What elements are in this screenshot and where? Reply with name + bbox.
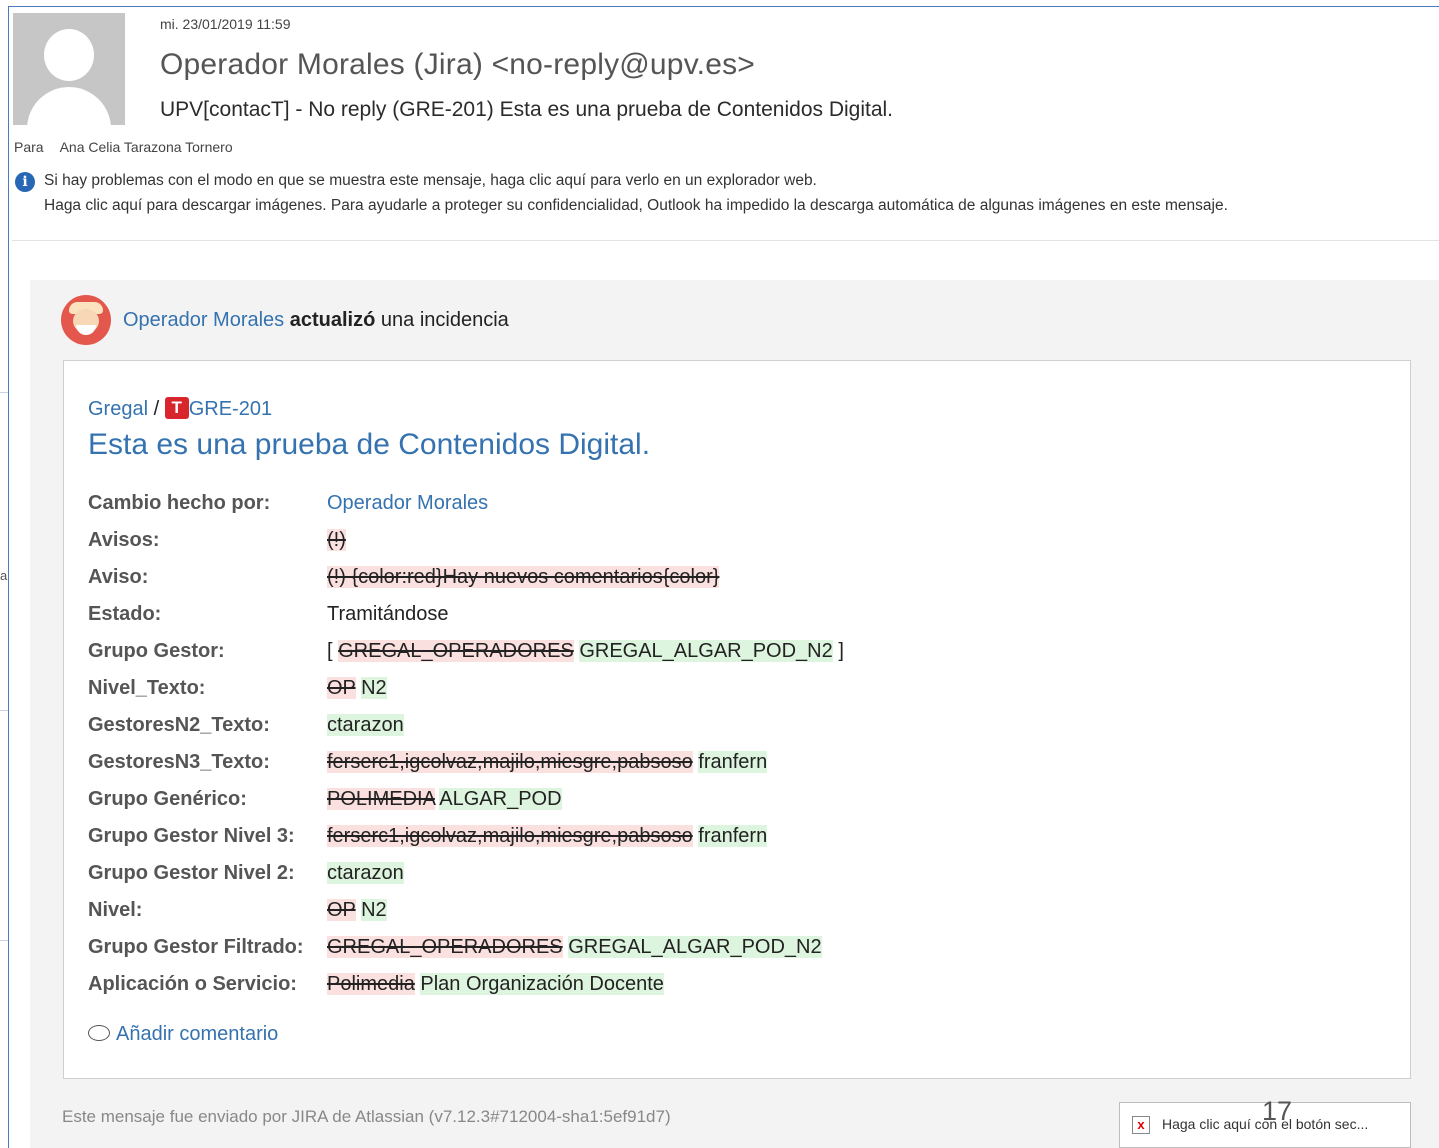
strip-divider: [0, 392, 8, 393]
new-value: ALGAR_POD: [439, 788, 562, 810]
field-label: Nivel:: [88, 899, 143, 921]
info-icon: i: [15, 172, 35, 192]
message-subject: UPV[contacT] - No reply (GRE-201) Esta e…: [160, 98, 894, 121]
field-label: Avisos:: [88, 529, 160, 551]
add-comment-link[interactable]: Añadir comentario: [88, 1023, 278, 1046]
issue-title[interactable]: Esta es una prueba de Contenidos Digital…: [88, 428, 650, 462]
old-value: Polimedia: [327, 973, 415, 995]
broken-image-icon: x: [1132, 1116, 1150, 1134]
activity-verb: actualizó: [289, 309, 376, 331]
strip-text: a: [0, 568, 8, 583]
field-label: GestoresN2_Texto:: [88, 714, 270, 736]
old-value: GREGAL_OPERADORES: [338, 640, 574, 662]
old-value: OP: [327, 677, 356, 699]
project-link[interactable]: Gregal: [88, 398, 148, 420]
field-value: Operador Morales: [327, 492, 488, 515]
header-divider: [12, 240, 1439, 241]
field-label: Grupo Gestor Filtrado:: [88, 936, 304, 958]
page-number: 17: [1262, 1096, 1293, 1126]
new-value: franfern: [698, 825, 768, 847]
field-value: Tramitándose: [327, 603, 449, 625]
field-value: POLIMEDIA ALGAR_POD: [327, 788, 562, 811]
field-label: Grupo Gestor Nivel 2:: [88, 862, 295, 884]
recipients-line: Para Ana Celia Tarazona Tornero: [14, 139, 233, 155]
avatar-head: [44, 29, 94, 81]
breadcrumb-separator: /: [153, 398, 160, 420]
actor-avatar[interactable]: [61, 295, 111, 345]
add-comment-label: Añadir comentario: [116, 1023, 279, 1045]
old-value: ferserc1,igcolvaz,majilo,miesgre,pabsoso: [327, 825, 693, 847]
new-value: Plan Organización Docente: [420, 973, 664, 995]
field-value: GREGAL_OPERADORES GREGAL_ALGAR_POD_N2: [327, 936, 822, 959]
old-value: POLIMEDIA: [327, 788, 435, 810]
field-label: GestoresN3_Texto:: [88, 751, 270, 773]
field-label: Estado:: [88, 603, 162, 625]
old-value: ferserc1,igcolvaz,majilo,miesgre,pabsoso: [327, 751, 693, 773]
new-value: GREGAL_ALGAR_POD_N2: [579, 640, 833, 662]
field-value: ctarazon: [327, 862, 404, 885]
field-label: Aviso:: [88, 566, 149, 588]
breadcrumb: Gregal / T GRE-201: [88, 397, 272, 421]
field-label: Grupo Genérico:: [88, 788, 247, 810]
field-value: (!) {color:red}Hay nuevos comentarios{co…: [327, 566, 720, 589]
old-value: (!) {color:red}Hay nuevos comentarios{co…: [327, 566, 720, 588]
field-value: [ GREGAL_OPERADORES GREGAL_ALGAR_POD_N2 …: [327, 640, 844, 663]
field-label: Cambio hecho por:: [88, 492, 271, 514]
old-value: GREGAL_OPERADORES: [327, 936, 563, 958]
field-value: OP N2: [327, 677, 387, 700]
new-value: N2: [361, 677, 387, 699]
sender-avatar: [13, 13, 125, 125]
new-value: N2: [361, 899, 387, 921]
strip-divider: [0, 710, 8, 711]
activity-object: una incidencia: [380, 309, 509, 331]
message-date: mi. 23/01/2019 11:59: [160, 16, 291, 32]
infobar-view-in-browser[interactable]: Si hay problemas con el modo en que se m…: [44, 172, 817, 190]
message-sender[interactable]: Operador Morales (Jira) <no-reply@upv.es…: [160, 48, 755, 82]
field-value: OP N2: [327, 899, 387, 922]
new-value: ctarazon: [327, 714, 404, 736]
comment-bubble-icon: [88, 1025, 110, 1041]
to-label: Para: [14, 139, 44, 155]
new-value: ctarazon: [327, 862, 404, 884]
footer-text: Este mensaje fue enviado por JIRA de Atl…: [62, 1107, 671, 1126]
issue-key-link[interactable]: GRE-201: [189, 398, 272, 420]
new-value: franfern: [698, 751, 768, 773]
avatar-shoulders: [27, 87, 111, 125]
left-window-strip: a: [0, 0, 8, 1148]
avatar-beard: [76, 325, 96, 335]
field-label: Nivel_Texto:: [88, 677, 206, 699]
bracket-close: ]: [838, 640, 844, 662]
field-label: Grupo Gestor:: [88, 640, 225, 662]
field-value: ferserc1,igcolvaz,majilo,miesgre,pabsoso…: [327, 751, 768, 774]
strip-divider: [0, 940, 8, 941]
bracket-open: [: [327, 640, 333, 662]
activity-line: Operador Morales actualizó una incidenci…: [123, 309, 509, 332]
old-value: OP: [327, 899, 356, 921]
actor-link[interactable]: Operador Morales: [123, 309, 284, 331]
field-label: Aplicación o Servicio:: [88, 973, 297, 995]
new-value: GREGAL_ALGAR_POD_N2: [568, 936, 822, 958]
field-value: Polimedia Plan Organización Docente: [327, 973, 664, 996]
field-value: ferserc1,igcolvaz,majilo,miesgre,pabsoso…: [327, 825, 768, 848]
recipient-name[interactable]: Ana Celia Tarazona Tornero: [60, 139, 233, 155]
changed-by-link[interactable]: Operador Morales: [327, 492, 488, 514]
field-label: Grupo Gestor Nivel 3:: [88, 825, 295, 847]
issue-type-icon: T: [164, 397, 189, 419]
field-value: (!): [327, 529, 346, 552]
old-value: (!): [327, 529, 346, 551]
infobar-download-images[interactable]: Haga clic aquí para descargar imágenes. …: [44, 197, 1228, 215]
field-value: ctarazon: [327, 714, 404, 737]
